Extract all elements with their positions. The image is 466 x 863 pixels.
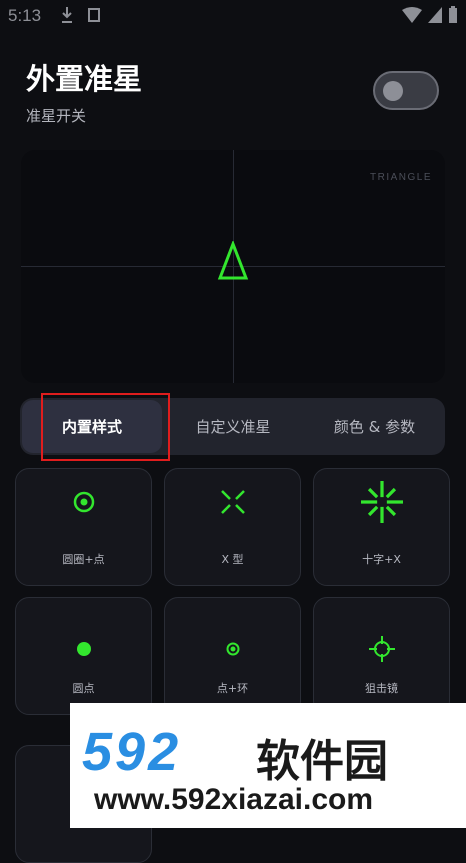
watermark-url: www.592xiazai.com — [94, 783, 374, 816]
style-card-x-shape[interactable]: X 型 — [164, 468, 301, 586]
tab-builtin-styles[interactable]: 内置样式 — [22, 400, 162, 453]
circle-dot-icon — [73, 491, 94, 513]
preview-style-label: TRIANGLE — [369, 172, 432, 183]
dot-icon — [76, 642, 91, 656]
wifi-icon — [402, 7, 422, 23]
battery-icon — [449, 6, 457, 23]
crosshair-preview: TRIANGLE — [21, 150, 445, 383]
style-label: 圆圈+点 — [62, 553, 105, 566]
cross-x-icon — [360, 481, 403, 523]
toggle-knob — [383, 81, 403, 101]
style-card-dot[interactable]: 圆点 — [15, 597, 152, 715]
style-card-circle-dot[interactable]: 圆圈+点 — [15, 468, 152, 586]
signal-icon — [428, 7, 442, 23]
style-card-scope[interactable]: 狙击镜 — [313, 597, 450, 715]
tab-color-params[interactable]: 颜色 & 参数 — [304, 398, 445, 455]
app-notification-icon — [88, 8, 100, 22]
crosshair-toggle[interactable] — [373, 71, 439, 110]
status-indicators — [402, 6, 458, 24]
style-card-dot-ring[interactable]: 点+环 — [164, 597, 301, 715]
status-time: 5:13 — [8, 6, 42, 25]
status-bar: 5:13 — [0, 0, 466, 32]
dot-ring-icon — [226, 642, 239, 656]
style-label: 狙击镜 — [365, 682, 398, 695]
x-shape-icon — [220, 490, 245, 514]
style-label: X 型 — [221, 553, 244, 566]
style-card-cross-x[interactable]: 十字+X — [313, 468, 450, 586]
style-label: 点+环 — [216, 682, 249, 695]
tab-custom-crosshair[interactable]: 自定义准星 — [162, 398, 304, 455]
watermark-logo: 592 — [82, 722, 182, 782]
watermark-brand: 软件园 — [256, 736, 388, 787]
download-icon — [62, 7, 72, 23]
triangle-crosshair-icon — [217, 241, 249, 280]
page-title: 外置准星 — [26, 62, 143, 96]
crosshair-switch-label: 准星开关 — [26, 107, 87, 125]
watermark: 592 软件园 www.592xiazai.com — [70, 703, 466, 828]
style-label: 十字+X — [362, 553, 401, 566]
style-label: 圆点 — [72, 682, 95, 695]
scope-icon — [368, 636, 395, 662]
tab-bar: 内置样式 自定义准星 颜色 & 参数 — [20, 398, 445, 455]
